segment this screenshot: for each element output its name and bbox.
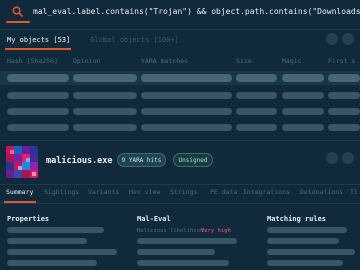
property-placeholder: [7, 238, 87, 244]
object-tabs: My objects [53] Global objects [100+]: [0, 29, 360, 49]
mal-eval-placeholder: [137, 260, 229, 266]
tab-strings[interactable]: Strings: [170, 188, 197, 196]
property-placeholder: [7, 227, 104, 233]
mal-eval-title: Mal-Eval: [137, 215, 171, 223]
column-header[interactable]: Magic: [282, 57, 302, 65]
query-bar[interactable]: mal_eval.label.contains("Trojan") && obj…: [0, 0, 360, 22]
property-placeholder: [7, 260, 97, 266]
column-header[interactable]: Opinion: [73, 57, 100, 65]
column-header[interactable]: First s: [328, 57, 355, 65]
active-tab-indicator: [5, 48, 71, 50]
tab-pe-data[interactable]: PE data: [210, 188, 237, 196]
query-text[interactable]: mal_eval.label.contains("Trojan") && obj…: [33, 7, 360, 16]
tab-global-objects[interactable]: Global objects [100+]: [90, 36, 179, 44]
tab-ti[interactable]: Ti: [350, 188, 358, 196]
signature-badge: Unsigned: [173, 153, 213, 167]
likelihood-label: Malicious likelihood: [137, 228, 204, 234]
tab-summary[interactable]: Summary: [6, 188, 33, 196]
column-header[interactable]: Size: [236, 57, 252, 65]
tab-hex-view[interactable]: Hex view: [129, 188, 160, 196]
rule-placeholder[interactable]: [267, 260, 343, 266]
column-header[interactable]: Hash [Sha256]: [7, 57, 58, 65]
query-bar-accent: [6, 21, 30, 23]
rule-placeholder[interactable]: [267, 238, 339, 244]
tabs-bottom-divider: [0, 203, 360, 204]
rule-placeholder[interactable]: [267, 249, 355, 255]
tab-my-objects[interactable]: My objects [53]: [7, 36, 70, 44]
likelihood-value: Very high: [201, 228, 231, 234]
toolbar-round-button[interactable]: [326, 33, 338, 45]
column-header[interactable]: YARA matches: [141, 57, 188, 65]
property-placeholder: [7, 249, 117, 255]
yara-hits-badge[interactable]: 9 YARA hits: [117, 153, 166, 167]
mal-eval-placeholder: [137, 238, 237, 244]
file-name: malicious.exe: [46, 156, 113, 166]
tab-sightings[interactable]: Sightings: [44, 188, 79, 196]
panel-divider: [0, 140, 360, 141]
properties-title: Properties: [7, 215, 50, 223]
table-header: Hash [Sha256] Opinion YARA matches Size …: [0, 55, 360, 67]
toolbar-round-button[interactable]: [342, 33, 354, 45]
detail-tabs: Summary Sightings Variants Hex view Stri…: [0, 186, 360, 200]
matching-rules-title: Matching rules: [267, 215, 327, 223]
object-action-button[interactable]: [342, 152, 354, 164]
tab-variants[interactable]: Variants: [88, 188, 119, 196]
tab-detonations[interactable]: Detonations: [300, 188, 343, 196]
rule-placeholder[interactable]: [267, 227, 347, 233]
file-thumbnail: [6, 146, 38, 178]
tabs-divider: [0, 184, 360, 185]
tab-integrations[interactable]: Integrations: [243, 188, 290, 196]
object-action-button[interactable]: [326, 152, 338, 164]
mal-eval-placeholder: [137, 249, 215, 255]
search-icon: [12, 4, 23, 18]
